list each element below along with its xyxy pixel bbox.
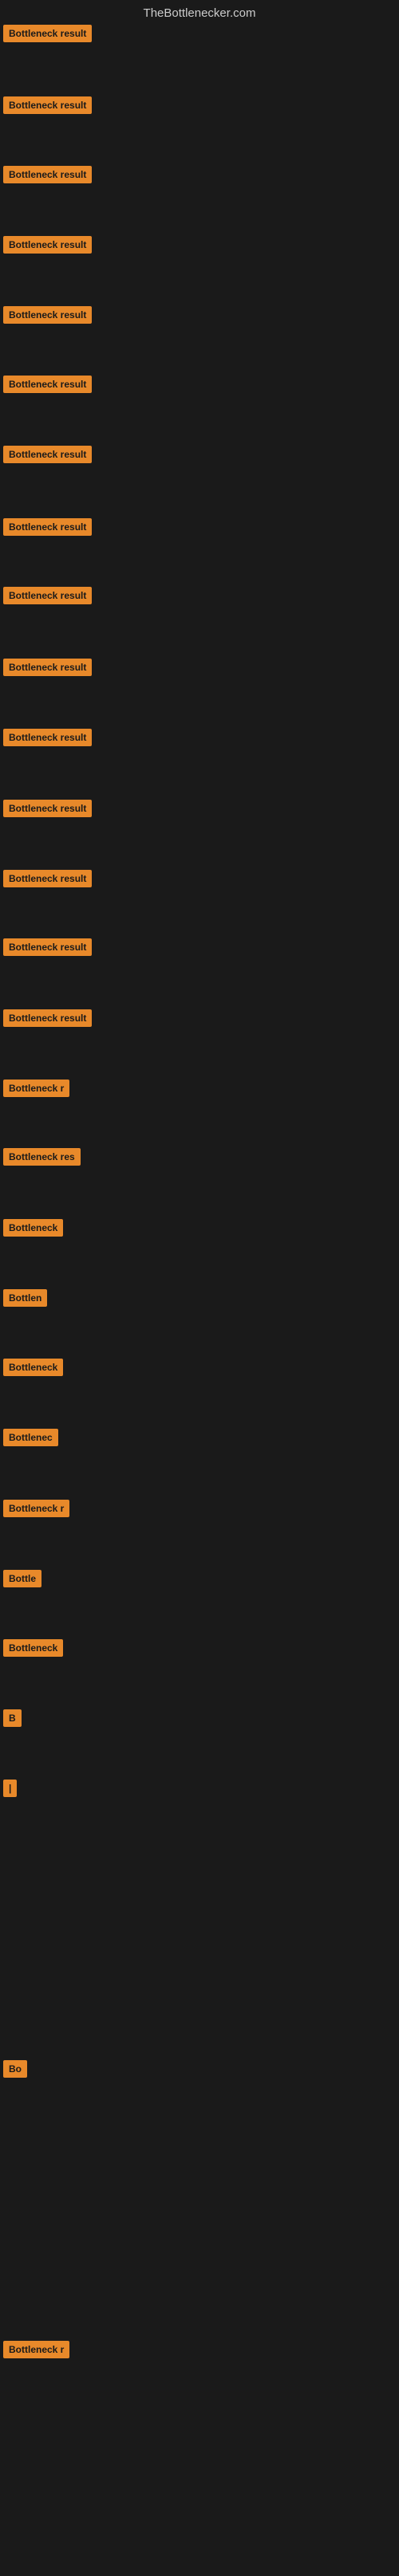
bottleneck-badge-23[interactable]: Bottle bbox=[3, 1570, 41, 1587]
bottleneck-badge-22[interactable]: Bottleneck r bbox=[3, 1500, 69, 1517]
bottleneck-badge-24[interactable]: Bottleneck bbox=[3, 1639, 63, 1657]
bottleneck-badge-18[interactable]: Bottleneck bbox=[3, 1219, 63, 1237]
bottleneck-badge-15[interactable]: Bottleneck result bbox=[3, 1009, 92, 1027]
bottleneck-badge-12[interactable]: Bottleneck result bbox=[3, 800, 92, 817]
bottleneck-badge-13[interactable]: Bottleneck result bbox=[3, 870, 92, 887]
bottleneck-badge-25[interactable]: B bbox=[3, 1709, 22, 1727]
bottleneck-badge-8[interactable]: Bottleneck result bbox=[3, 518, 92, 536]
bottleneck-badge-32[interactable]: Bottleneck r bbox=[3, 2341, 69, 2358]
bottleneck-badge-7[interactable]: Bottleneck result bbox=[3, 446, 92, 463]
bottleneck-badge-6[interactable]: Bottleneck result bbox=[3, 376, 92, 393]
bottleneck-badge-26[interactable]: | bbox=[3, 1780, 17, 1797]
items-list: Bottleneck result Bottleneck result Bottle… bbox=[0, 25, 399, 2576]
bottleneck-badge-16[interactable]: Bottleneck r bbox=[3, 1080, 69, 1097]
bottleneck-badge-3[interactable]: Bottleneck result bbox=[3, 166, 92, 183]
site-title: TheBottlenecker.com bbox=[0, 0, 399, 25]
bottleneck-badge-1[interactable]: Bottleneck result bbox=[3, 25, 92, 42]
bottleneck-badge-2[interactable]: Bottleneck result bbox=[3, 96, 92, 114]
bottleneck-badge-10[interactable]: Bottleneck result bbox=[3, 659, 92, 676]
bottleneck-badge-20[interactable]: Bottleneck bbox=[3, 1359, 63, 1376]
bottleneck-badge-17[interactable]: Bottleneck res bbox=[3, 1148, 81, 1166]
bottleneck-badge-19[interactable]: Bottlen bbox=[3, 1289, 47, 1307]
bottleneck-badge-4[interactable]: Bottleneck result bbox=[3, 236, 92, 254]
bottleneck-badge-9[interactable]: Bottleneck result bbox=[3, 587, 92, 604]
bottleneck-badge-11[interactable]: Bottleneck result bbox=[3, 729, 92, 746]
bottleneck-badge-14[interactable]: Bottleneck result bbox=[3, 938, 92, 956]
bottleneck-badge-5[interactable]: Bottleneck result bbox=[3, 306, 92, 324]
bottleneck-badge-29[interactable]: Bo bbox=[3, 2060, 27, 2078]
bottleneck-badge-21[interactable]: Bottlenec bbox=[3, 1429, 58, 1446]
